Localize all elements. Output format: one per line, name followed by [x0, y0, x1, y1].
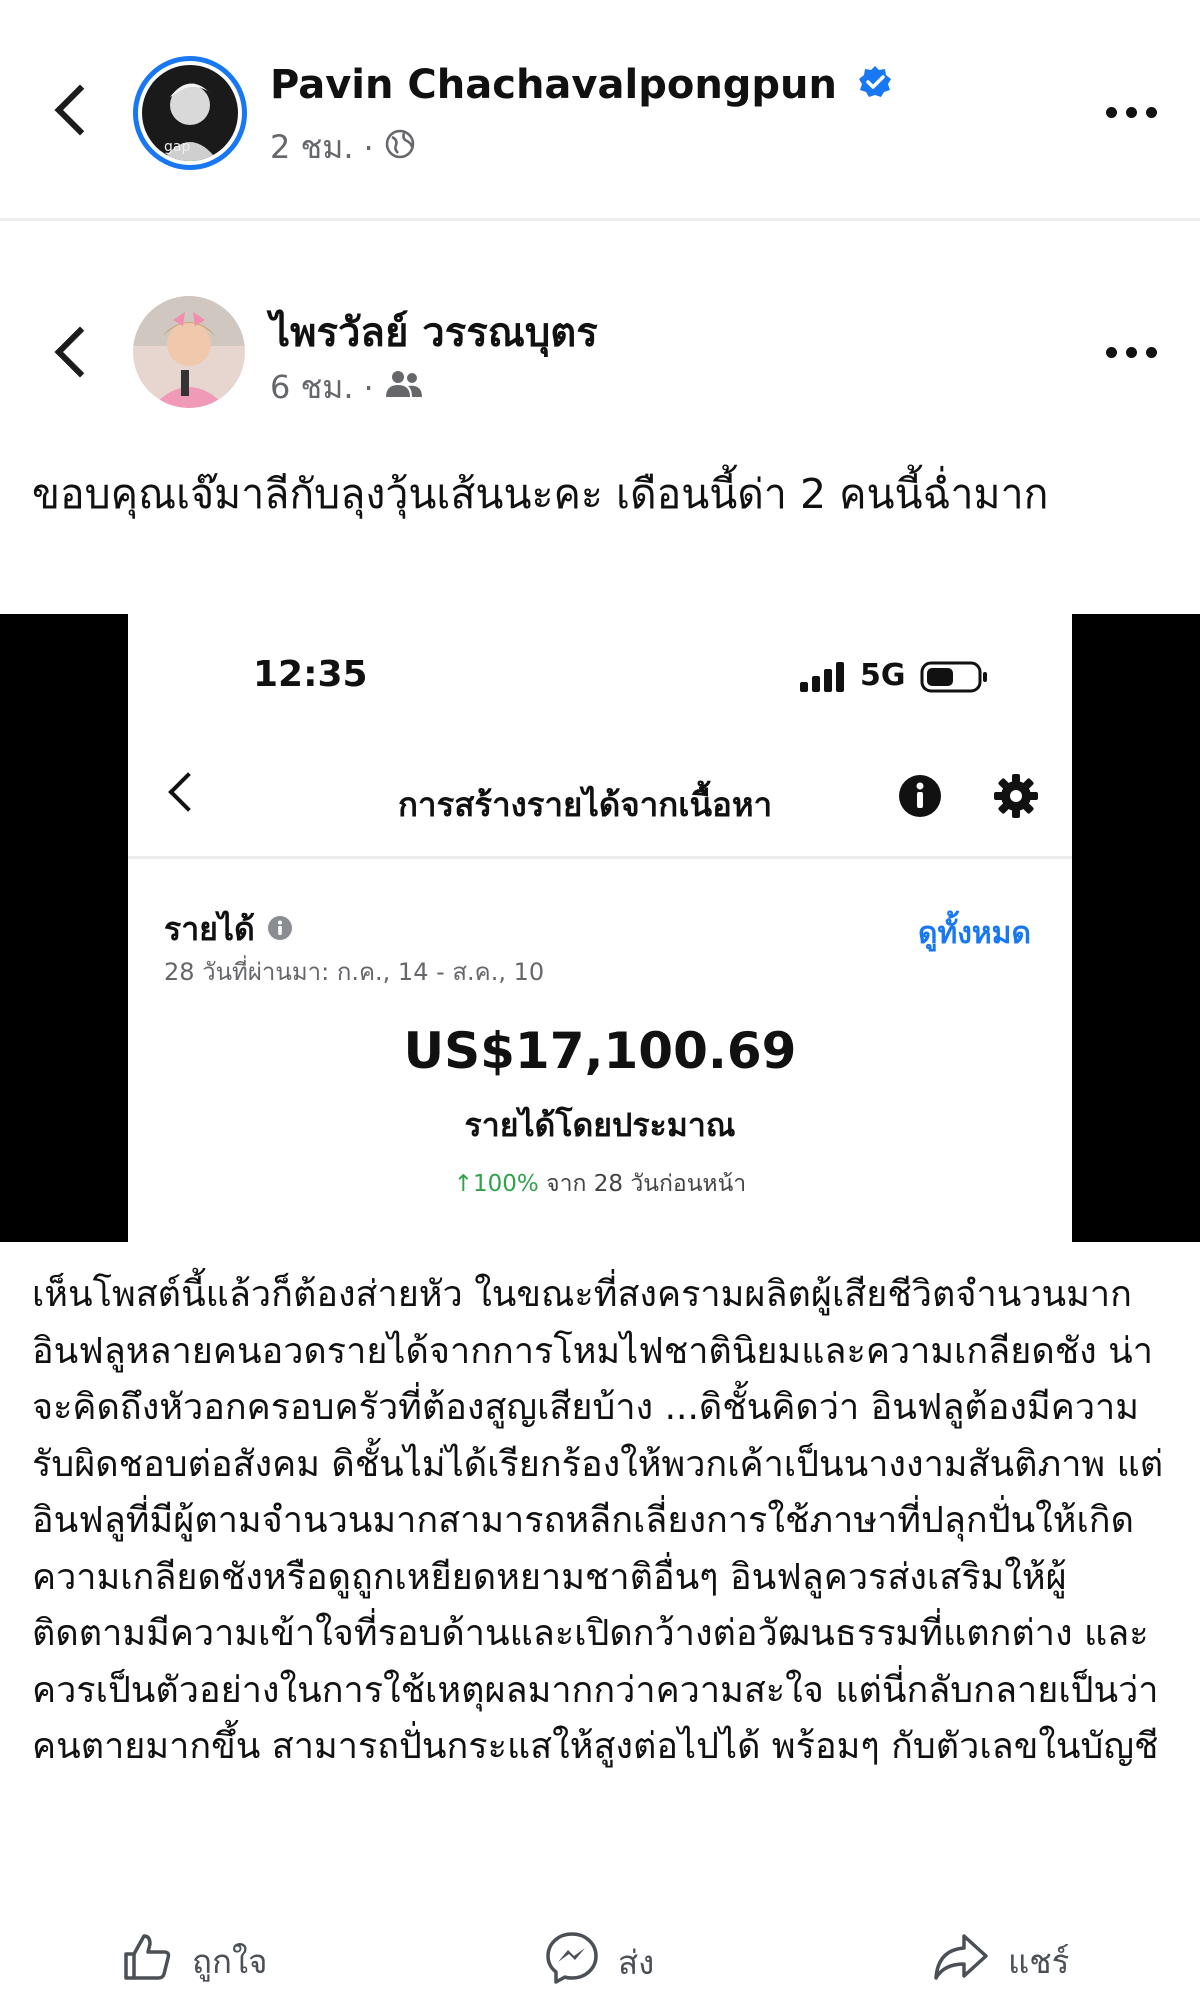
- chevron-left-icon: [168, 772, 208, 812]
- globe-icon: [384, 128, 416, 168]
- gear-icon: [992, 772, 1040, 824]
- outer-post-meta: 2 ชม. ·: [270, 122, 416, 173]
- more-dot: [1126, 347, 1137, 358]
- inner-post-caption: ขอบคุณเจ๊มาลีกับลุงวุ้นเส้นนะคะ เดือนนี้…: [32, 470, 1049, 518]
- embedded-screenshot: 12:35 5G การสร้างรายได้จากเนื้อหา รายได้…: [0, 614, 1200, 1242]
- chevron-left-icon: [54, 326, 106, 378]
- post-time[interactable]: 2 ชม.: [270, 122, 354, 173]
- inner-author-avatar: [133, 296, 245, 408]
- meta-separator: ·: [363, 368, 374, 407]
- more-dots-icon: [1106, 107, 1117, 118]
- avatar-image: gap: [142, 65, 238, 161]
- like-button[interactable]: ถูกใจ: [120, 1930, 267, 1992]
- share-label: แชร์: [1008, 1941, 1070, 1981]
- earnings-period: 28 วันที่ผ่านมา: ก.ค., 14 - ส.ค., 10: [164, 958, 545, 986]
- earnings-amount-label: รายได้โดยประมาณ: [464, 1106, 736, 1144]
- screenshot-nav-title: การสร้างรายได้จากเนื้อหา: [398, 785, 773, 824]
- info-icon: [267, 911, 293, 949]
- earnings-label: รายได้: [164, 904, 293, 955]
- send-label: ส่ง: [618, 1942, 655, 1982]
- earnings-change: ↑100% จาก 28 วันก่อนหน้า: [128, 1166, 1072, 1202]
- outer-author-avatar[interactable]: gap: [133, 56, 247, 170]
- like-label: ถูกใจ: [192, 1941, 268, 1981]
- send-button[interactable]: ส่ง: [544, 1930, 654, 1994]
- messenger-icon: [544, 1930, 600, 1994]
- inner-post-meta: 6 ชม. ·: [270, 362, 424, 413]
- info-icon: [898, 774, 942, 822]
- inner-back-button: [52, 326, 106, 378]
- outer-back-button[interactable]: [52, 84, 106, 136]
- change-percent: ↑100%: [453, 1171, 539, 1197]
- friends-icon: [384, 369, 424, 407]
- more-dot: [1146, 107, 1157, 118]
- share-button[interactable]: แชร์: [932, 1930, 1069, 1992]
- inner-more-button: [1106, 347, 1157, 358]
- more-dot: [1126, 107, 1137, 118]
- verified-badge-icon: [857, 64, 893, 110]
- meta-separator: ·: [363, 128, 374, 167]
- phone-screen: 12:35 5G การสร้างรายได้จากเนื้อหา รายได้…: [128, 614, 1072, 1242]
- earnings-amount: US$17,100.69: [403, 1022, 797, 1080]
- outer-more-button[interactable]: [1106, 107, 1157, 118]
- author-name-text: Pavin Chachavalpongpun: [270, 62, 838, 108]
- post-commentary: เห็นโพสต์นี้แล้วก็ต้องส่ายหัว ในขณะที่สง…: [32, 1274, 1164, 1767]
- chevron-left-icon: [54, 84, 106, 136]
- signal-icon: [798, 660, 850, 698]
- svg-text:gap: gap: [164, 139, 190, 155]
- change-text: จาก 28 วันก่อนหน้า: [546, 1171, 747, 1197]
- thumbs-up-icon: [120, 1930, 174, 1992]
- see-all-link: ดูทั้งหมด: [918, 916, 1031, 951]
- screenshot-nav-divider: [128, 856, 1072, 859]
- more-dot: [1146, 347, 1157, 358]
- phone-status-time: 12:35: [253, 654, 368, 695]
- screenshot-back-button: [168, 772, 208, 812]
- earnings-label-text: รายได้: [164, 910, 255, 948]
- battery-icon: [920, 660, 990, 698]
- outer-author-name[interactable]: Pavin Chachavalpongpun: [270, 62, 893, 110]
- header-divider: [0, 218, 1200, 221]
- inner-author-name: ไพรวัลย์ วรรณบุตร: [270, 310, 598, 356]
- share-arrow-icon: [932, 1930, 990, 1992]
- network-type: 5G: [860, 658, 906, 693]
- inner-post-time: 6 ชม.: [270, 368, 354, 406]
- more-dots-icon: [1106, 347, 1117, 358]
